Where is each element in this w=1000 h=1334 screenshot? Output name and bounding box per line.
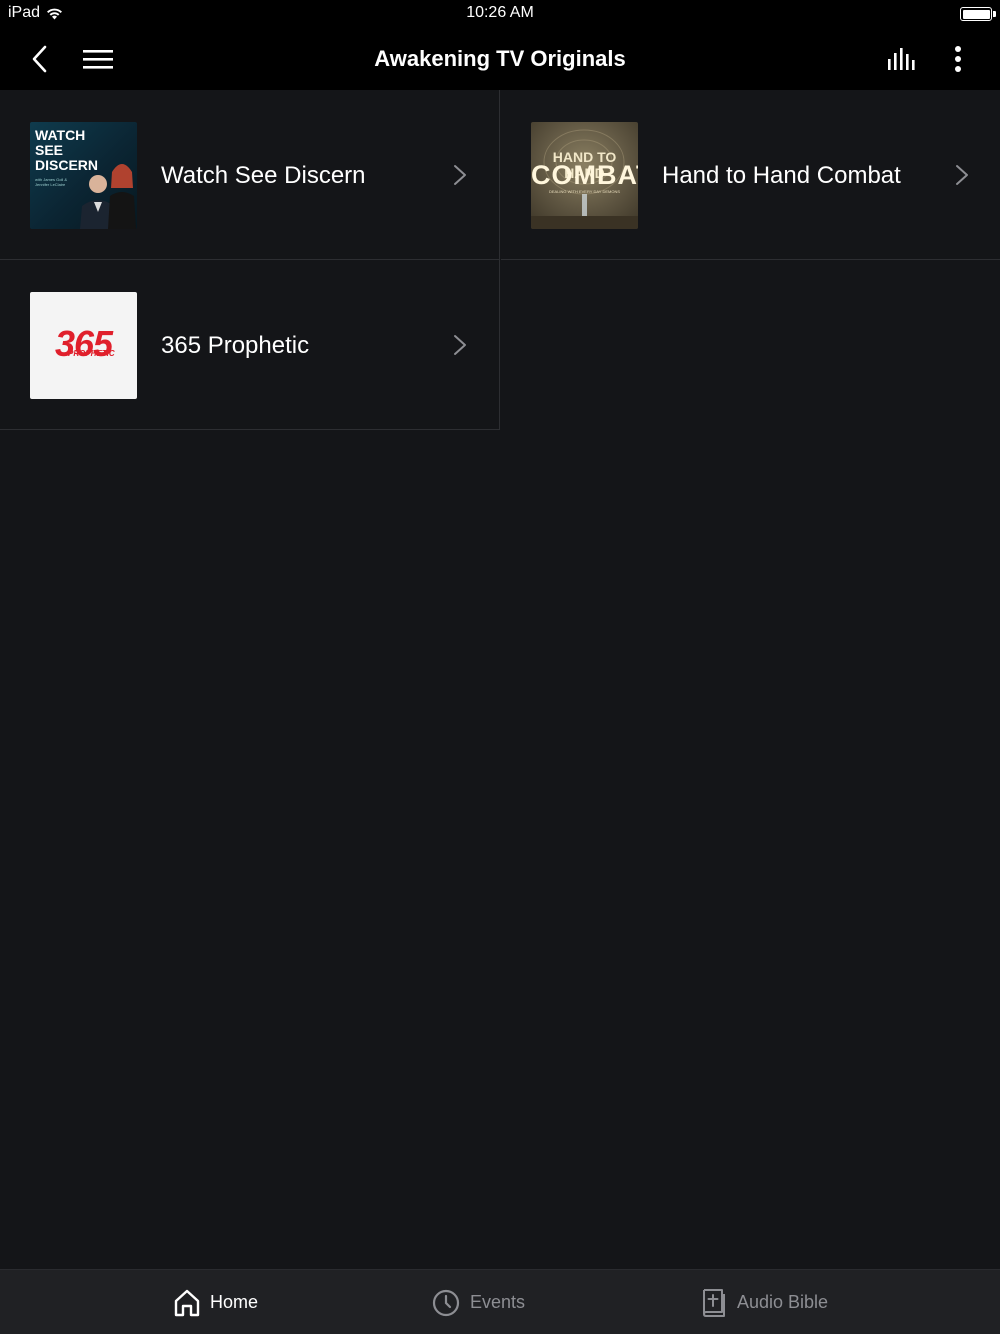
tab-label: Audio Bible (737, 1292, 829, 1312)
thumbnail-title-main: COMBAT (531, 160, 638, 190)
series-item-365-prophetic[interactable]: 365 PROPHETIC 365 Prophetic (0, 260, 500, 430)
thumbnail-number: 365 (54, 323, 113, 364)
menu-button[interactable] (78, 28, 118, 90)
tab-home[interactable]: Home (174, 1270, 258, 1334)
back-button[interactable] (22, 28, 58, 90)
now-playing-button[interactable] (880, 28, 924, 90)
series-thumbnail: WATCH SEE DISCERN with James Goll & Jenn… (30, 122, 137, 229)
back-chevron-icon (32, 45, 47, 73)
tab-audio-bible[interactable]: Audio Bible (701, 1270, 828, 1334)
clock-icon (432, 1289, 460, 1316)
thumbnail-subtitle: PROPHETIC (68, 349, 115, 358)
hamburger-menu-icon (83, 50, 113, 69)
series-thumbnail: 365 PROPHETIC (30, 292, 137, 399)
more-vertical-icon (955, 46, 961, 72)
series-title: 365 Prophetic (161, 332, 310, 359)
battery-icon (960, 7, 992, 21)
tab-label: Events (470, 1292, 526, 1312)
series-item-hand-to-hand-combat[interactable]: HAND TO HAND COMBAT DEALING WITH EVERY D… (501, 90, 1000, 260)
chevron-right-icon (956, 165, 968, 185)
tab-label: Home (210, 1292, 259, 1312)
series-title: Hand to Hand Combat (662, 162, 901, 189)
nav-bar: Awakening TV Originals (0, 28, 1000, 90)
tab-bar: Home Events Audio Bible (0, 1269, 1000, 1334)
page-title: Awakening TV Originals (374, 46, 626, 71)
battery-cap (993, 11, 996, 17)
series-thumbnail: HAND TO HAND COMBAT DEALING WITH EVERY D… (531, 122, 638, 229)
equalizer-icon (888, 48, 915, 70)
more-options-button[interactable] (940, 28, 976, 90)
series-title: Watch See Discern (161, 162, 366, 189)
status-time: 10:26 AM (466, 4, 534, 21)
tab-events[interactable]: Events (432, 1270, 525, 1334)
chevron-right-icon (454, 165, 466, 185)
bible-icon (703, 1288, 725, 1317)
series-item-watch-see-discern[interactable]: WATCH SEE DISCERN with James Goll & Jenn… (0, 90, 500, 260)
status-bar: iPad 10:26 AM (0, 0, 1000, 28)
home-icon (174, 1289, 200, 1316)
chevron-right-icon (454, 335, 466, 355)
battery-level (962, 9, 990, 19)
thumbnail-subtitle: DEALING WITH EVERY DAY DEMONS (548, 189, 621, 194)
hosts-photo (80, 164, 136, 229)
